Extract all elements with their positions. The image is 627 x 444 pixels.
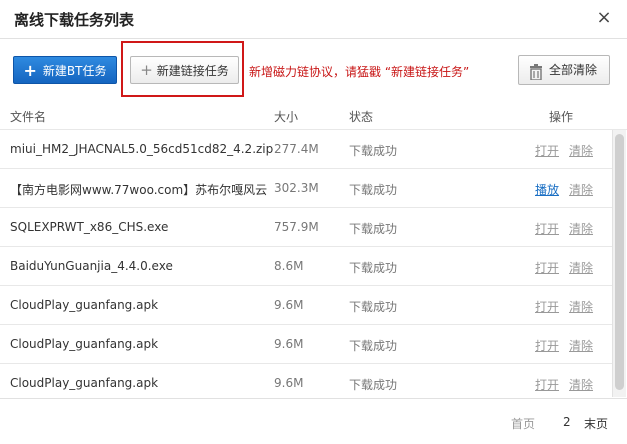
file-name: BaiduYunGuanjia_4.4.0.exe: [10, 259, 173, 273]
pagination-bar: 首页 2 末页: [0, 398, 627, 444]
file-name: miui_HM2_JHACNAL5.0_56cd51cd82_4.2.zip: [10, 142, 274, 156]
clear-all-button[interactable]: 全部清除: [518, 55, 610, 85]
new-bt-task-button[interactable]: + 新建BT任务: [13, 56, 117, 84]
task-status: 下载成功: [349, 378, 398, 392]
file-name: CloudPlay_guanfang.apk: [10, 376, 159, 390]
trash-icon: [529, 62, 543, 90]
header-size: 大小: [274, 110, 299, 124]
current-page-number[interactable]: 2: [563, 415, 571, 429]
clear-all-label: 全部清除: [549, 63, 598, 77]
dialog-title: 离线下载任务列表: [14, 11, 135, 29]
task-status: 下载成功: [349, 300, 398, 314]
header-status: 状态: [349, 110, 374, 124]
task-status: 下载成功: [349, 222, 398, 236]
open-link[interactable]: 打开: [535, 259, 559, 276]
vertical-scrollbar[interactable]: [612, 130, 626, 397]
new-link-task-label: 新建链接任务: [156, 64, 229, 78]
plus-icon: +: [23, 61, 37, 80]
clear-link[interactable]: 清除: [569, 376, 593, 393]
open-link[interactable]: 打开: [535, 298, 559, 315]
table-row: 【南方电影网www.77woo.com】苏布尔嘎风云 302.3M 下载成功 播…: [0, 169, 612, 208]
task-status: 下载成功: [349, 183, 398, 197]
file-name: CloudPlay_guanfang.apk: [10, 298, 159, 312]
table-row: BaiduYunGuanjia_4.4.0.exe 8.6M 下载成功 打开 清…: [0, 247, 612, 286]
clear-link[interactable]: 清除: [569, 259, 593, 276]
clear-link[interactable]: 清除: [569, 337, 593, 354]
task-list[interactable]: miui_HM2_JHACNAL5.0_56cd51cd82_4.2.zip 2…: [0, 130, 612, 397]
task-status: 下载成功: [349, 144, 398, 158]
file-name: 【南方电影网www.77woo.com】苏布尔嘎风云: [10, 183, 268, 197]
open-link[interactable]: 打开: [535, 337, 559, 354]
file-size: 9.6M: [274, 376, 304, 390]
clear-link[interactable]: 清除: [569, 142, 593, 159]
file-size: 757.9M: [274, 220, 319, 234]
first-page-link[interactable]: 首页: [511, 415, 535, 432]
clear-link[interactable]: 清除: [569, 220, 593, 237]
clear-link[interactable]: 清除: [569, 181, 593, 198]
last-page-link[interactable]: 末页: [584, 415, 608, 432]
file-size: 9.6M: [274, 337, 304, 351]
header-filename: 文件名: [10, 110, 47, 124]
file-size: 302.3M: [274, 181, 319, 195]
file-name: SQLEXPRWT_x86_CHS.exe: [10, 220, 169, 234]
table-row: CloudPlay_guanfang.apk 9.6M 下载成功 打开 清除: [0, 325, 612, 364]
new-bt-task-label: 新建BT任务: [42, 64, 107, 78]
open-link[interactable]: 打开: [535, 376, 559, 393]
open-link[interactable]: 打开: [535, 220, 559, 237]
file-name: CloudPlay_guanfang.apk: [10, 337, 159, 351]
close-icon[interactable]: ×: [596, 8, 612, 28]
plus-icon: +: [140, 61, 153, 79]
file-size: 9.6M: [274, 298, 304, 312]
magnet-hint-text: 新增磁力链协议，请猛戳 “新建链接任务”: [249, 65, 470, 79]
table-row: CloudPlay_guanfang.apk 9.6M 下载成功 打开 清除: [0, 286, 612, 325]
task-status: 下载成功: [349, 261, 398, 275]
file-size: 277.4M: [274, 142, 319, 156]
open-link[interactable]: 打开: [535, 142, 559, 159]
file-size: 8.6M: [274, 259, 304, 273]
table-row: miui_HM2_JHACNAL5.0_56cd51cd82_4.2.zip 2…: [0, 130, 612, 169]
table-row: SQLEXPRWT_x86_CHS.exe 757.9M 下载成功 打开 清除: [0, 208, 612, 247]
clear-link[interactable]: 清除: [569, 298, 593, 315]
task-status: 下载成功: [349, 339, 398, 353]
play-link[interactable]: 播放: [535, 181, 559, 198]
offline-download-dialog: 离线下载任务列表 × + 新建BT任务 + 新建链接任务 新增磁力链协议，请猛戳 “…: [0, 0, 627, 443]
scrollbar-thumb[interactable]: [615, 134, 624, 390]
table-header: 文件名 大小 状态 操作: [0, 103, 627, 130]
new-link-task-button[interactable]: + 新建链接任务: [130, 56, 239, 84]
toolbar: + 新建BT任务 + 新建链接任务 新增磁力链协议，请猛戳 “新建链接任务” 全部清…: [0, 39, 627, 103]
table-row: CloudPlay_guanfang.apk 9.6M 下载成功 打开 清除: [0, 364, 612, 397]
header-operations: 操作: [549, 110, 574, 124]
title-bar: 离线下载任务列表 ×: [0, 0, 627, 39]
